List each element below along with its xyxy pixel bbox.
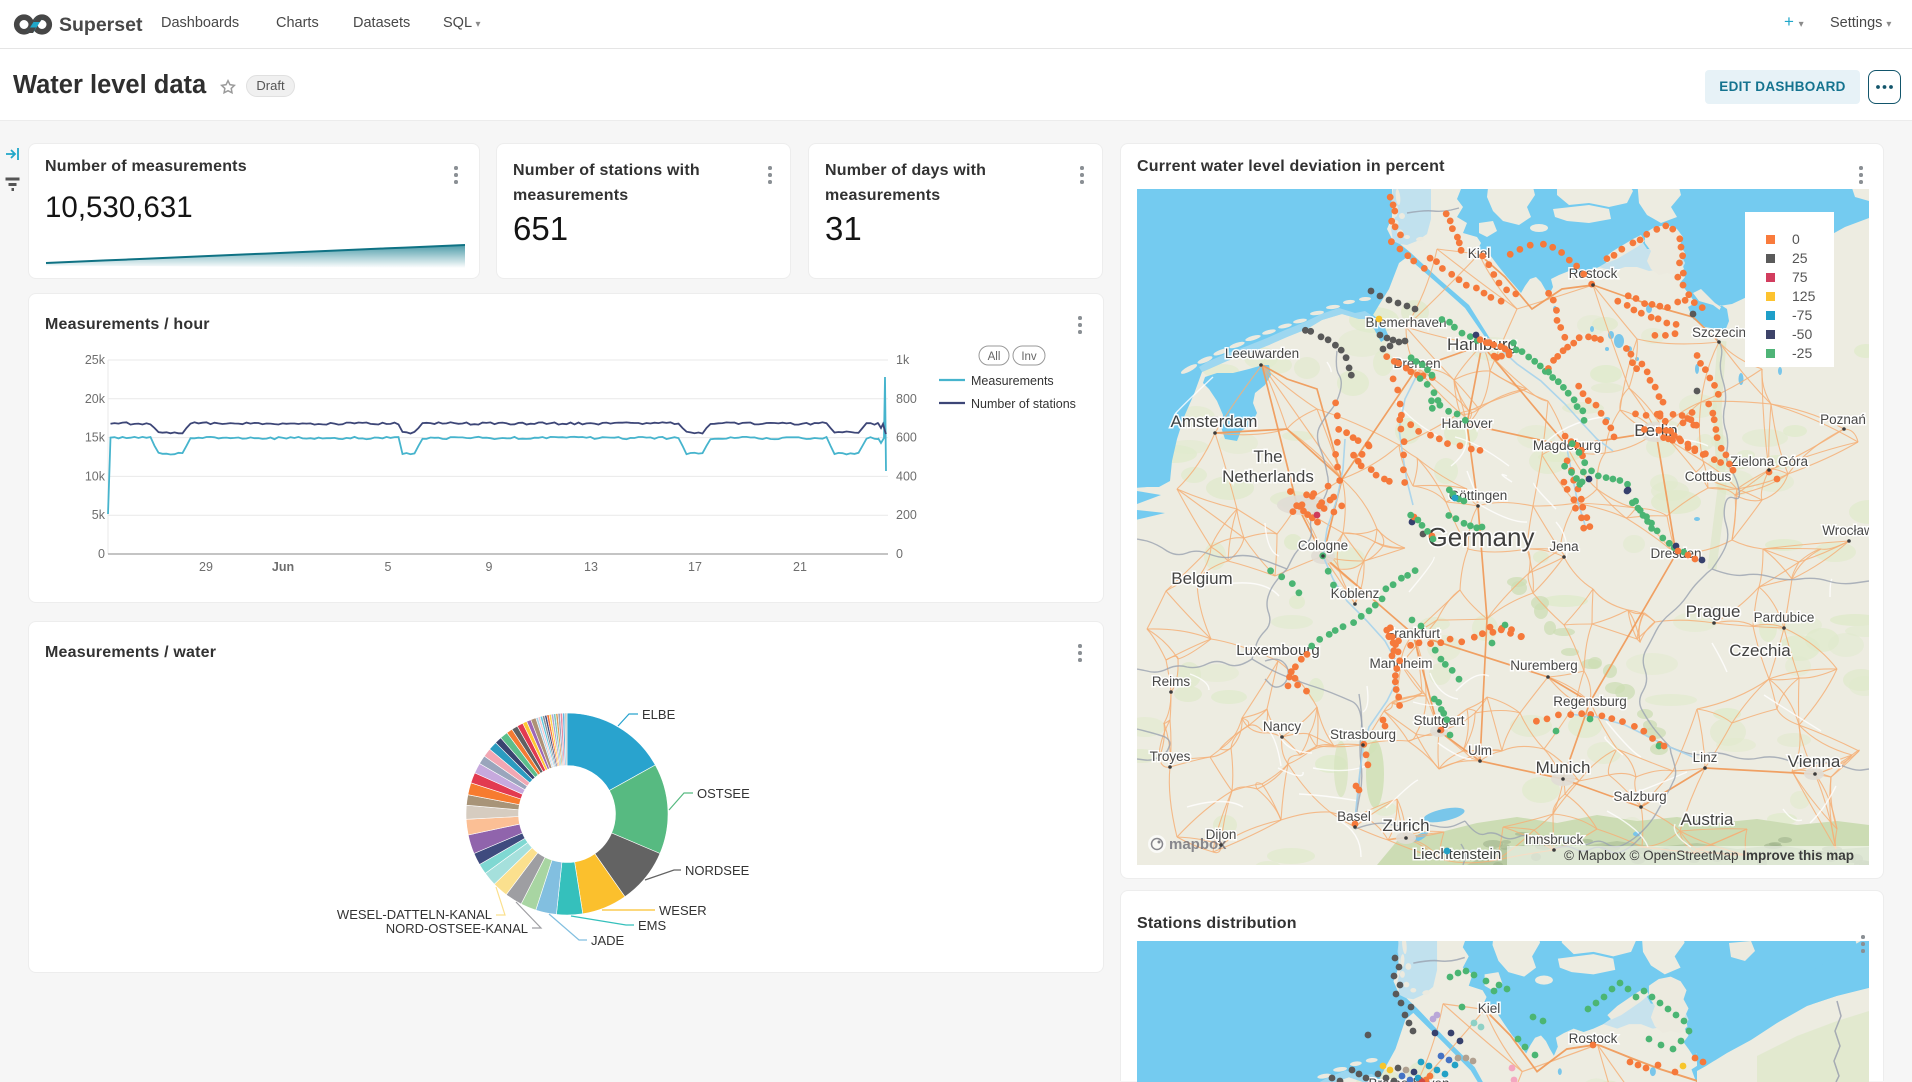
svg-text:-25: -25 bbox=[1792, 345, 1812, 361]
svg-text:WESER: WESER bbox=[659, 903, 707, 918]
svg-text:Measurements: Measurements bbox=[971, 374, 1054, 388]
svg-text:Kiel: Kiel bbox=[1468, 246, 1491, 261]
svg-text:OSTSEE: OSTSEE bbox=[697, 786, 750, 801]
svg-text:Munich: Munich bbox=[1536, 758, 1591, 777]
svg-text:200: 200 bbox=[896, 508, 917, 522]
svg-text:0: 0 bbox=[1792, 231, 1800, 247]
svg-text:125: 125 bbox=[1792, 288, 1816, 304]
svg-text:Cologne: Cologne bbox=[1298, 538, 1348, 553]
svg-text:JADE: JADE bbox=[591, 933, 625, 948]
svg-text:NORDSEE: NORDSEE bbox=[685, 863, 750, 878]
svg-text:Magdeburg: Magdeburg bbox=[1533, 438, 1601, 453]
svg-text:ELBE: ELBE bbox=[642, 707, 676, 722]
svg-text:25k: 25k bbox=[85, 353, 106, 367]
svg-text:Ulm: Ulm bbox=[1468, 743, 1492, 758]
svg-text:Stuttgart: Stuttgart bbox=[1413, 713, 1464, 728]
svg-text:The: The bbox=[1253, 447, 1282, 466]
svg-text:Regensburg: Regensburg bbox=[1553, 694, 1627, 709]
svg-text:600: 600 bbox=[896, 431, 917, 445]
svg-text:Netherlands: Netherlands bbox=[1222, 467, 1314, 486]
svg-text:Szczecin: Szczecin bbox=[1692, 325, 1746, 340]
svg-text:5: 5 bbox=[385, 560, 392, 574]
svg-text:800: 800 bbox=[896, 392, 917, 406]
svg-text:17: 17 bbox=[688, 560, 702, 574]
svg-text:9: 9 bbox=[486, 560, 493, 574]
svg-text:Belgium: Belgium bbox=[1171, 569, 1232, 588]
svg-text:10k: 10k bbox=[85, 469, 106, 483]
svg-text:-75: -75 bbox=[1792, 307, 1812, 323]
svg-text:21: 21 bbox=[793, 560, 807, 574]
svg-text:Liechtenstein: Liechtenstein bbox=[1413, 846, 1501, 863]
svg-text:-50: -50 bbox=[1792, 326, 1812, 342]
svg-text:Kiel: Kiel bbox=[1478, 1001, 1501, 1016]
svg-text:0: 0 bbox=[896, 547, 903, 561]
svg-text:75: 75 bbox=[1792, 269, 1808, 285]
svg-text:Pardubice: Pardubice bbox=[1754, 610, 1815, 625]
svg-text:WESEL-DATTELN-KANAL: WESEL-DATTELN-KANAL bbox=[337, 907, 492, 922]
svg-text:Austria: Austria bbox=[1681, 810, 1734, 829]
svg-text:20k: 20k bbox=[85, 392, 106, 406]
svg-text:Nancy: Nancy bbox=[1263, 719, 1302, 734]
svg-text:0: 0 bbox=[98, 547, 105, 561]
svg-text:EMS: EMS bbox=[638, 918, 667, 933]
svg-text:Troyes: Troyes bbox=[1150, 749, 1191, 764]
svg-text:Amsterdam: Amsterdam bbox=[1171, 412, 1258, 431]
svg-text:Czechia: Czechia bbox=[1729, 641, 1791, 660]
svg-text:Wrocław: Wrocław bbox=[1822, 523, 1869, 538]
svg-text:Poznań: Poznań bbox=[1820, 412, 1866, 427]
svg-text:Jena: Jena bbox=[1549, 539, 1579, 554]
svg-text:Linz: Linz bbox=[1693, 750, 1718, 765]
svg-text:400: 400 bbox=[896, 469, 917, 483]
svg-text:All: All bbox=[988, 351, 1001, 363]
svg-text:Cottbus: Cottbus bbox=[1685, 469, 1732, 484]
svg-text:© Mapbox © OpenStreetMap Impro: © Mapbox © OpenStreetMap Improve this ma… bbox=[1564, 848, 1854, 863]
svg-text:1k: 1k bbox=[896, 353, 910, 367]
svg-text:Innsbruck: Innsbruck bbox=[1525, 832, 1584, 847]
svg-text:Salzburg: Salzburg bbox=[1613, 789, 1666, 804]
svg-text:NORD-OSTSEE-KANAL: NORD-OSTSEE-KANAL bbox=[386, 921, 528, 936]
svg-text:15k: 15k bbox=[85, 431, 106, 445]
svg-text:Nuremberg: Nuremberg bbox=[1510, 658, 1578, 673]
svg-text:Superset: Superset bbox=[59, 14, 143, 36]
svg-text:Prague: Prague bbox=[1686, 602, 1741, 621]
svg-text:Zurich: Zurich bbox=[1382, 816, 1429, 835]
svg-text:Number of stations: Number of stations bbox=[971, 397, 1076, 411]
svg-text:Inv: Inv bbox=[1021, 351, 1037, 363]
svg-text:Zielona Góra: Zielona Góra bbox=[1730, 454, 1809, 469]
svg-text:Jun: Jun bbox=[272, 560, 294, 574]
svg-text:Vienna: Vienna bbox=[1788, 752, 1841, 771]
svg-text:mapbox: mapbox bbox=[1169, 836, 1227, 853]
svg-text:13: 13 bbox=[584, 560, 598, 574]
svg-text:29: 29 bbox=[199, 560, 213, 574]
svg-text:Koblenz: Koblenz bbox=[1331, 586, 1380, 601]
svg-text:5k: 5k bbox=[92, 508, 106, 522]
svg-text:Strasbourg: Strasbourg bbox=[1330, 727, 1396, 742]
svg-text:25: 25 bbox=[1792, 250, 1808, 266]
svg-text:Leeuwarden: Leeuwarden bbox=[1225, 346, 1299, 361]
svg-text:Reims: Reims bbox=[1152, 674, 1191, 689]
